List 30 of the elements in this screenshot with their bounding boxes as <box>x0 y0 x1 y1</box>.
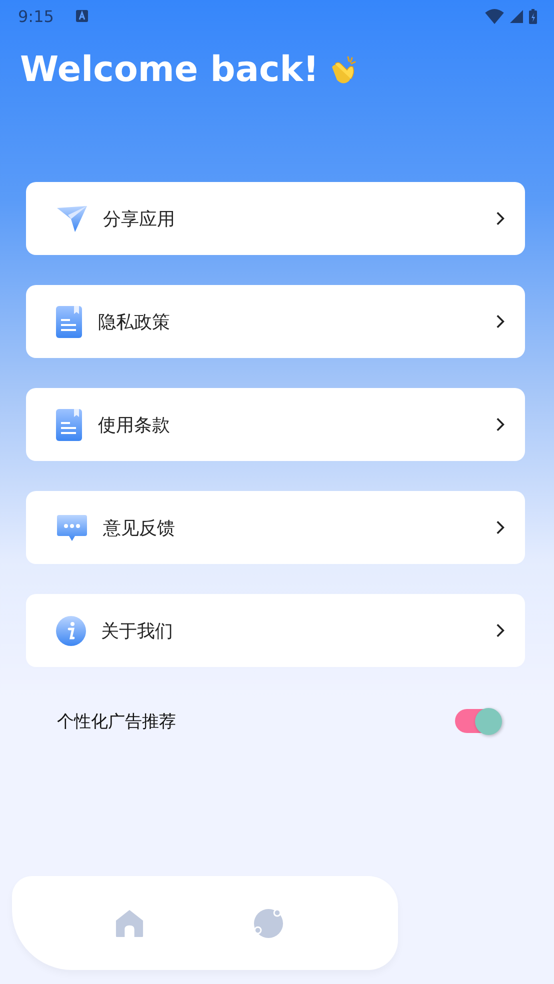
chevron-right-icon <box>496 211 505 226</box>
chevron-right-icon <box>496 314 505 329</box>
planet-icon[interactable] <box>253 908 284 938</box>
battery-icon <box>529 8 537 24</box>
menu-item[interactable]: 隐私政策 <box>26 285 525 358</box>
menu-item[interactable]: 分享应用 <box>26 182 525 255</box>
chat-bubble-icon <box>56 514 88 542</box>
chevron-right-icon <box>496 623 505 638</box>
document-icon <box>56 408 82 440</box>
menu-item[interactable]: 使用条款 <box>26 388 525 461</box>
welcome-title: Welcome back! <box>20 50 319 90</box>
menu-label: 隐私政策 <box>98 310 171 334</box>
info-icon <box>56 616 86 646</box>
notification-icon <box>76 10 88 22</box>
chevron-right-icon <box>496 520 505 535</box>
paper-plane-icon <box>56 204 88 232</box>
status-time: 9:15 <box>18 6 54 26</box>
menu-item[interactable]: 关于我们 <box>26 594 525 667</box>
chevron-right-icon <box>496 417 505 432</box>
menu-label: 使用条款 <box>98 414 171 436</box>
menu-item[interactable]: 意见反馈 <box>26 491 525 564</box>
menu-label: 意见反馈 <box>103 516 176 540</box>
home-icon[interactable] <box>114 908 145 938</box>
menu-label: 关于我们 <box>101 620 174 642</box>
signal-icon <box>510 10 523 22</box>
document-icon <box>56 306 82 338</box>
setting-label: 个性化广告推荐 <box>57 710 176 732</box>
wifi-icon <box>485 8 504 24</box>
ad-toggle[interactable] <box>455 709 499 733</box>
menu-label: 分享应用 <box>103 208 176 230</box>
